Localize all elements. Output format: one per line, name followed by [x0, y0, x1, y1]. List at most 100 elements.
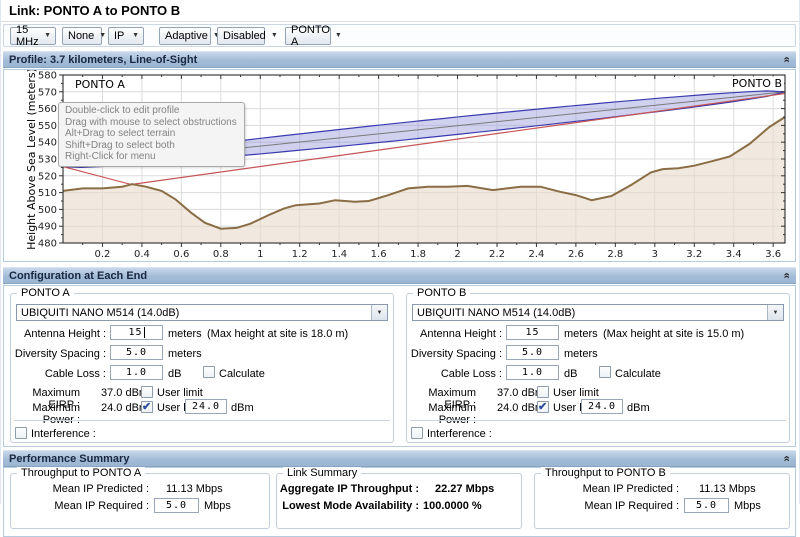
chevron-down-icon: ▼	[767, 305, 783, 320]
mean-ip-required-label: Mean IP Required :	[54, 500, 149, 512]
svg-text:1.8: 1.8	[410, 249, 426, 260]
svg-text:3.2: 3.2	[686, 249, 702, 260]
profile-section-header: Profile: 3.7 kilometers, Line-of-Sight «	[3, 51, 796, 68]
panel-title: PONTO A	[17, 287, 74, 299]
chevron-down-icon: ▼	[371, 305, 387, 320]
mean-ip-predicted-value: 11.13 Mbps	[166, 483, 223, 495]
eirp-user-limit-checkbox[interactable]	[141, 386, 153, 398]
mode-dropdown[interactable]: Adaptive▼	[159, 26, 220, 45]
svg-text:510: 510	[38, 188, 57, 199]
panel-title: Throughput to PONTO B	[541, 467, 670, 479]
config-section-header: Configuration at Each End «	[3, 267, 796, 284]
bandwidth-dropdown[interactable]: 15 MHz ▼	[10, 24, 56, 48]
chevron-down-icon: ▼	[132, 32, 139, 39]
divider	[410, 420, 786, 421]
power-limit-input[interactable]: 24.0	[581, 399, 623, 414]
svg-text:540: 540	[38, 138, 57, 149]
title-divider	[1, 21, 799, 22]
collapse-section-icon[interactable]: «	[780, 272, 792, 278]
config-panel-ponto-a: PONTO A UBIQUITI NANO M514 (14.0dB) ▼ An…	[10, 287, 394, 443]
mean-ip-required-label: Mean IP Required :	[584, 500, 679, 512]
end-select-dropdown[interactable]: PONTO A ▼	[285, 24, 342, 48]
svg-text:PONTO A: PONTO A	[75, 78, 125, 91]
mean-ip-required-input[interactable]: 5.0	[154, 498, 199, 513]
svg-text:PONTO B: PONTO B	[732, 77, 782, 90]
performance-section-header: Performance Summary «	[3, 450, 796, 467]
svg-text:520: 520	[38, 171, 57, 182]
diversity-spacing-input[interactable]: 5.0	[110, 345, 163, 360]
antenna-height-label: Antenna Height :	[420, 328, 502, 340]
antenna-device-select[interactable]: UBIQUITI NANO M514 (14.0dB) ▼	[412, 304, 784, 321]
chevron-down-icon: ▼	[270, 32, 278, 39]
svg-text:550: 550	[38, 121, 57, 132]
diversity-spacing-input[interactable]: 5.0	[506, 345, 559, 360]
power-user-limit-checkbox[interactable]	[141, 400, 153, 413]
page-title: Link: PONTO A to PONTO B	[9, 3, 181, 18]
max-power-label: Maximum Power :	[428, 402, 476, 426]
sync-dropdown[interactable]: Disabled ▼	[217, 26, 278, 45]
svg-text:1.6: 1.6	[371, 249, 387, 260]
antenna-height-input[interactable]: 15	[506, 325, 559, 340]
divider	[14, 420, 390, 421]
svg-text:490: 490	[38, 222, 57, 233]
chevron-down-icon: ▼	[44, 32, 51, 39]
lowest-mode-availability-value: 100.0000 %	[423, 500, 482, 512]
chevron-down-icon: ▼	[99, 32, 107, 39]
antenna-height-input[interactable]: 15	[110, 325, 163, 340]
max-height-note: (Max height at site is 15.0 m)	[603, 328, 745, 340]
svg-text:3: 3	[652, 249, 658, 260]
svg-text:0.2: 0.2	[95, 249, 111, 260]
interference-checkbox[interactable]	[411, 427, 423, 439]
power-user-limit-checkbox[interactable]	[537, 400, 549, 413]
panel-title: Link Summary	[283, 467, 362, 479]
cable-loss-input[interactable]: 1.0	[506, 365, 559, 380]
svg-text:3.4: 3.4	[726, 249, 742, 260]
svg-text:530: 530	[38, 155, 57, 166]
chevron-down-icon: ▼	[334, 32, 342, 39]
panel-title: Throughput to PONTO A	[17, 467, 146, 479]
svg-text:570: 570	[38, 87, 57, 98]
traffic-type-dropdown[interactable]: IP ▼	[108, 26, 144, 45]
mean-ip-predicted-value: 11.13 Mbps	[699, 483, 756, 495]
antenna-device-select[interactable]: UBIQUITI NANO M514 (14.0dB) ▼	[16, 304, 388, 321]
calculate-checkbox[interactable]	[599, 366, 611, 378]
svg-text:2: 2	[454, 249, 460, 260]
chart-help-tooltip: Double-click to edit profile Drag with mo…	[58, 102, 245, 167]
lowest-mode-availability-label: Lowest Mode Availability :	[282, 500, 419, 512]
power-limit-input[interactable]: 24.0	[185, 399, 227, 414]
svg-text:0.8: 0.8	[213, 249, 229, 260]
cable-loss-label: Cable Loss :	[440, 368, 502, 380]
max-power-label: Maximum Power :	[32, 402, 80, 426]
throughput-ponto-b-panel: Throughput to PONTO B Mean IP Predicted …	[534, 467, 790, 529]
svg-text:3.6: 3.6	[765, 249, 781, 260]
cable-loss-input[interactable]: 1.0	[110, 365, 163, 380]
toolbar: 15 MHz▼ None▼ IP▼ Adaptive▼ Disabled▼ PO…	[3, 24, 796, 48]
polarization-dropdown[interactable]: None ▼	[62, 26, 106, 45]
svg-text:1.4: 1.4	[331, 249, 347, 260]
config-content: PONTO A UBIQUITI NANO M514 (14.0dB) ▼ An…	[3, 285, 796, 447]
interference-checkbox[interactable]	[15, 427, 27, 439]
aggregate-throughput-value: 22.27 Mbps	[435, 483, 495, 495]
collapse-section-icon[interactable]: «	[780, 56, 792, 62]
antenna-height-label: Antenna Height :	[24, 328, 106, 340]
svg-text:2.2: 2.2	[489, 249, 505, 260]
svg-text:2.6: 2.6	[568, 249, 584, 260]
eirp-user-limit-checkbox[interactable]	[537, 386, 549, 398]
diversity-spacing-label: Diversity Spacing :	[410, 348, 502, 360]
svg-text:Range on path (kilometers): Range on path (kilometers)	[349, 260, 500, 261]
link-summary-panel: Link Summary Aggregate IP Throughput : 2…	[276, 467, 522, 529]
mean-ip-predicted-label: Mean IP Predicted :	[582, 483, 679, 495]
throughput-ponto-a-panel: Throughput to PONTO A Mean IP Predicted …	[10, 467, 270, 529]
svg-text:0.4: 0.4	[134, 249, 150, 260]
svg-text:580: 580	[38, 71, 57, 82]
text-cursor	[143, 327, 145, 338]
collapse-section-icon[interactable]: «	[780, 455, 792, 461]
application-window: Link: PONTO A to PONTO B 15 MHz ▼ None ▼ I…	[0, 0, 800, 537]
svg-text:480: 480	[38, 239, 57, 250]
mean-ip-required-input[interactable]: 5.0	[684, 498, 729, 513]
mean-ip-predicted-label: Mean IP Predicted :	[52, 483, 149, 495]
panel-title: PONTO B	[413, 287, 471, 299]
svg-text:2.8: 2.8	[607, 249, 623, 260]
svg-text:Height Above Sea Level (meters: Height Above Sea Level (meters)	[25, 70, 38, 250]
calculate-checkbox[interactable]	[203, 366, 215, 378]
